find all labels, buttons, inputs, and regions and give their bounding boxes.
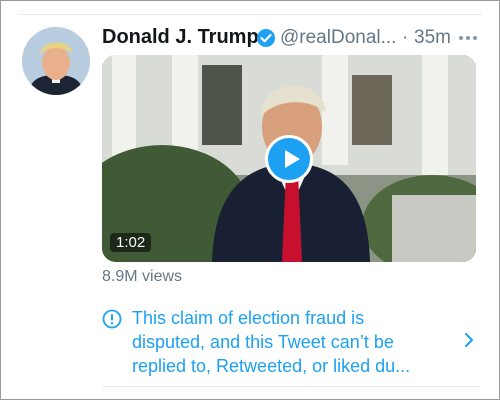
top-divider bbox=[18, 14, 482, 15]
notice-line-3: replied to, Retweeted, or liked du... bbox=[132, 356, 411, 376]
video-duration: 1:02 bbox=[110, 233, 152, 252]
disputed-claim-notice[interactable]: This claim of election fraud is disputed… bbox=[102, 306, 482, 382]
user-handle[interactable]: @realDonal... bbox=[280, 27, 396, 49]
notice-text: This claim of election fraud is disputed… bbox=[132, 306, 442, 378]
play-button[interactable] bbox=[265, 135, 313, 183]
chevron-right-icon bbox=[465, 333, 473, 347]
info-circle-icon bbox=[102, 309, 122, 329]
view-count: 8.9M views bbox=[102, 268, 183, 285]
display-name[interactable]: Donald J. Trump bbox=[102, 26, 259, 49]
notice-line-1: This claim of election fraud is bbox=[132, 308, 365, 328]
more-horizontal-icon[interactable] bbox=[458, 35, 478, 41]
avatar[interactable] bbox=[22, 27, 90, 95]
separator-dot: · bbox=[402, 27, 409, 48]
video-player[interactable]: 1:02 bbox=[102, 55, 476, 262]
tweet-header: Donald J. Trump @realDonal... · 35m bbox=[102, 24, 480, 52]
bottom-divider bbox=[102, 386, 480, 387]
verified-badge-icon bbox=[257, 29, 275, 47]
play-icon bbox=[285, 150, 300, 168]
tweet-timestamp[interactable]: 35m bbox=[414, 27, 451, 49]
notice-line-2: disputed, and this Tweet can’t be bbox=[132, 332, 394, 352]
